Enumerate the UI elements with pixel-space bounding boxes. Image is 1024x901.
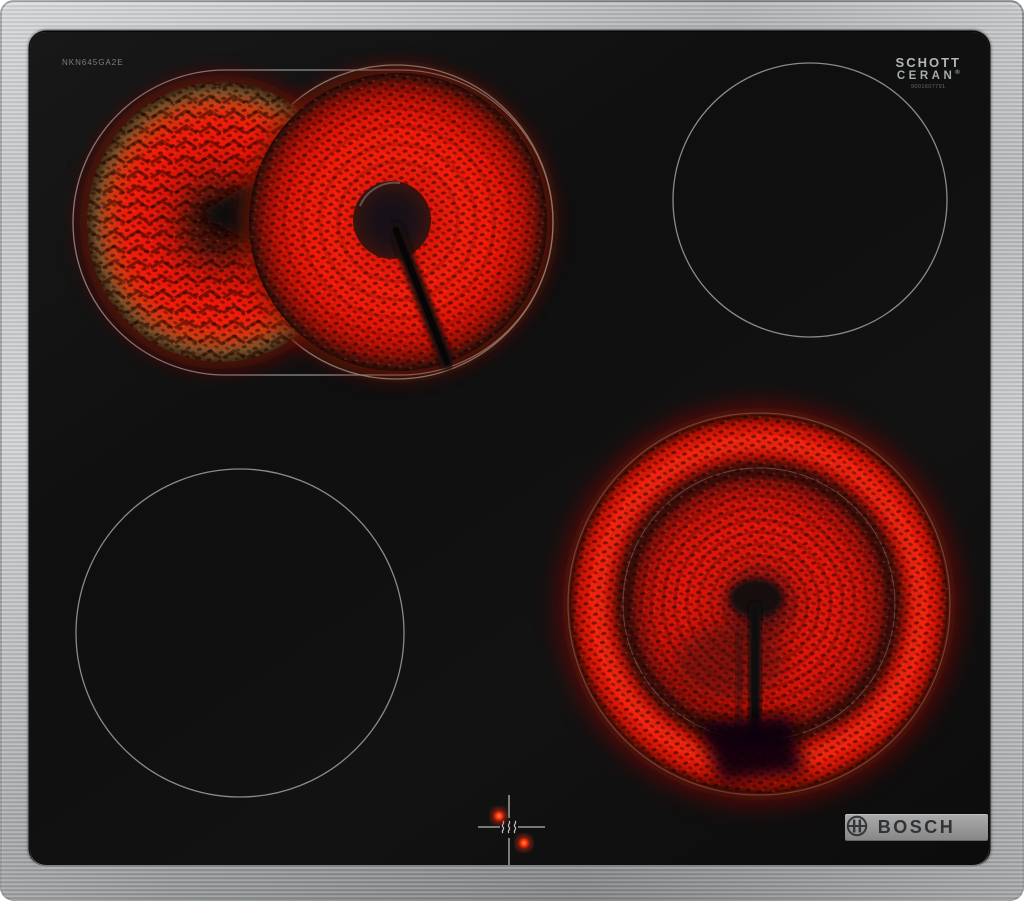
front-right-element [563, 408, 955, 800]
indicator-led-2 [518, 837, 530, 849]
glass-surface: NKN645GA2E SCHOTT CERAN® 9001607791 BOSC… [30, 32, 989, 865]
zone-rear-right-outline [672, 62, 948, 338]
cooktop-graphics [72, 62, 955, 865]
schott-ceran-logo: SCHOTT CERAN® 9001607791 [896, 56, 961, 90]
hot-surface-icon [501, 820, 517, 834]
model-code-print: NKN645GA2E [62, 58, 124, 67]
indicator-led-1 [493, 810, 505, 822]
residual-heat-indicator [478, 795, 545, 865]
bosch-wordmark: BOSCH [877, 817, 956, 837]
ceran-wordmark: CERAN® [896, 69, 960, 82]
print-number: 9001607791 [910, 83, 946, 90]
registered-mark: ® [955, 69, 960, 76]
bosch-logo-band: BOSCH [845, 814, 988, 841]
rear-left-main-element [244, 68, 552, 376]
zone-front-left-outline [75, 468, 405, 798]
product-photo-ceramic-hob: NKN645GA2E SCHOTT CERAN® 9001607791 BOSC… [0, 0, 1024, 901]
bosch-anchor-icon [846, 815, 868, 837]
schott-wordmark: SCHOTT [895, 55, 961, 70]
thermostat-cap [353, 181, 431, 259]
